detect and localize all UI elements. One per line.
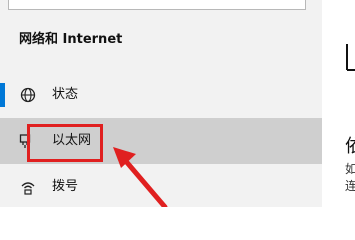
settings-window: 网络和 Internet 状态 以太网 拨号 依 如 连 [0,0,355,207]
search-input[interactable] [8,0,306,10]
sidebar-item-dialup[interactable]: 拨号 [0,164,322,207]
content-pane: 依 如 连 [322,0,355,207]
content-text-line: 如 [345,162,355,176]
sidebar-item-label: 状态 [52,87,79,102]
sidebar-item-status[interactable]: 状态 [0,72,322,118]
section-title: 网络和 Internet [19,32,123,47]
active-indicator [0,83,5,107]
content-heading: 依 [345,136,355,157]
navigation-pane: 网络和 Internet 状态 以太网 拨号 [0,0,322,207]
annotation-highlight-box [27,124,103,162]
dialup-icon [19,178,37,196]
content-text-line: 连 [345,179,355,193]
globe-icon [19,86,37,104]
sidebar-item-label: 拨号 [52,179,79,194]
ethernet-hero-icon [344,40,355,80]
